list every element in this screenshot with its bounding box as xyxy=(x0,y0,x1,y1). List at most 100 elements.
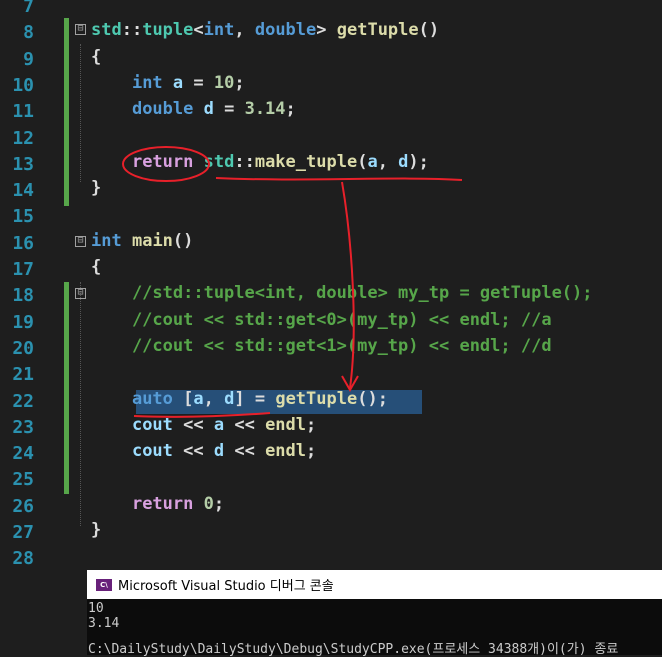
code-text: cout << d << endl; xyxy=(91,441,316,467)
line-number: 10 xyxy=(12,74,34,96)
line-number: 22 xyxy=(12,390,34,412)
line-number: 13 xyxy=(12,153,34,175)
code-token: , xyxy=(203,388,225,409)
code-line[interactable]: 16 int main() xyxy=(0,231,662,257)
line-number: 23 xyxy=(12,416,34,438)
line-number: 28 xyxy=(12,548,34,570)
code-line[interactable]: 27} xyxy=(0,520,662,546)
code-text: //std::tuple<int, double> my_tp = getTup… xyxy=(91,283,593,309)
code-token: d xyxy=(213,441,225,462)
code-token: () xyxy=(172,230,194,251)
code-line[interactable]: 19 //cout << std::get<0>(my_tp) << endl;… xyxy=(0,310,662,336)
code-line[interactable]: 11 double d = 3.14; xyxy=(0,99,662,125)
collapse-icon[interactable]: ⊟ xyxy=(75,236,86,247)
console-titlebar[interactable]: C\ Microsoft Visual Studio 디버그 콘솔 xyxy=(87,570,662,599)
collapse-icon[interactable]: ⊟ xyxy=(75,24,86,35)
code-token: << xyxy=(172,414,214,435)
code-line[interactable]: 13 return std::make_tuple(a, d); xyxy=(0,152,662,178)
code-line[interactable]: 24 cout << d << endl; xyxy=(0,441,662,467)
code-token: 10 xyxy=(213,72,235,93)
code-line[interactable]: 9{ xyxy=(0,47,662,73)
code-token: return xyxy=(131,151,194,172)
code-line[interactable]: 18 //std::tuple<int, double> my_tp = get… xyxy=(0,283,662,309)
code-line[interactable]: 8 std::tuple<int, double> getTuple() xyxy=(0,20,662,46)
line-number: 27 xyxy=(12,522,34,543)
line-number: 17 xyxy=(12,259,34,280)
code-token: ( xyxy=(357,151,368,172)
line-number: 26 xyxy=(12,495,34,517)
code-token: a xyxy=(193,388,204,409)
console-output-line: 10 xyxy=(88,601,104,616)
code-token: a xyxy=(213,414,225,435)
code-token: ; xyxy=(213,493,225,514)
line-number: 14 xyxy=(12,180,34,202)
code-token: //cout << std::get<0>(my_tp) << endl; //… xyxy=(91,309,552,330)
line-number: 20 xyxy=(12,337,34,359)
line-number: 15 xyxy=(12,206,34,228)
code-text: //cout << std::get<0>(my_tp) << endl; //… xyxy=(91,310,552,336)
code-token: ; xyxy=(306,414,317,435)
collapse-icon[interactable]: ⊟ xyxy=(75,288,86,299)
code-token: int xyxy=(131,72,163,93)
code-line[interactable]: 15 xyxy=(0,204,662,230)
line-number: 21 xyxy=(12,364,34,386)
code-text: { xyxy=(91,257,101,283)
code-text: return std::make_tuple(a, d); xyxy=(91,152,429,178)
code-token: (); xyxy=(357,388,388,409)
code-line[interactable]: 12 xyxy=(0,126,662,152)
code-token: ; xyxy=(234,72,245,93)
code-token: double xyxy=(131,99,194,120)
code-token: double xyxy=(254,20,317,41)
code-token: getTuple xyxy=(336,20,419,41)
code-token: 3.14 xyxy=(244,99,286,120)
code-line[interactable]: 17 { xyxy=(0,257,662,283)
code-token: make_tuple xyxy=(254,151,358,172)
code-token: [ xyxy=(172,388,194,409)
code-text: auto [a, d] = getTuple(); xyxy=(91,389,388,415)
code-token: int xyxy=(203,20,235,41)
code-line[interactable]: 22 auto [a, d] = getTuple(); xyxy=(0,389,662,415)
code-text: return 0; xyxy=(91,494,224,520)
code-line[interactable]: 10 int a = 10; xyxy=(0,73,662,99)
code-line[interactable]: 14} xyxy=(0,178,662,204)
code-line[interactable]: 20 //cout << std::get<1>(my_tp) << endl;… xyxy=(0,336,662,362)
code-line[interactable]: 28 xyxy=(0,546,662,572)
code-text: } xyxy=(91,178,101,204)
code-line[interactable]: 23 cout << a << endl; xyxy=(0,415,662,441)
line-number: 24 xyxy=(12,443,34,465)
code-token: cout xyxy=(131,414,173,435)
code-line[interactable]: 7 xyxy=(0,0,662,20)
code-text: { xyxy=(91,47,101,73)
code-line[interactable]: 26 return 0; xyxy=(0,494,662,520)
debug-console-window[interactable]: C\ Microsoft Visual Studio 디버그 콘솔 10 3.1… xyxy=(87,570,662,657)
code-token: int xyxy=(91,230,122,251)
code-token: { xyxy=(91,46,102,67)
code-token: << xyxy=(224,414,266,435)
line-number: 19 xyxy=(12,311,34,333)
code-text: int main() xyxy=(91,231,193,257)
code-token: << xyxy=(224,441,266,462)
code-line[interactable]: 25 xyxy=(0,467,662,493)
code-line[interactable]: 21 xyxy=(0,362,662,388)
code-token: 0 xyxy=(203,493,214,514)
code-token: = xyxy=(183,72,214,93)
console-app-icon: C\ xyxy=(96,578,112,591)
code-editor[interactable]: 7 8 std::tuple<int, double> getTuple() 9{10… xyxy=(0,0,662,570)
code-token: << xyxy=(172,441,214,462)
code-text: double d = 3.14; xyxy=(91,99,296,125)
code-token: a xyxy=(162,72,184,93)
code-token: endl xyxy=(265,441,307,462)
code-token: :: xyxy=(234,151,255,172)
line-number: 18 xyxy=(12,285,34,307)
code-text: cout << a << endl; xyxy=(91,415,316,441)
line-number: 9 xyxy=(23,48,34,70)
code-token: return xyxy=(131,493,194,514)
code-token: < xyxy=(193,20,204,41)
code-token: getTuple xyxy=(275,388,358,409)
